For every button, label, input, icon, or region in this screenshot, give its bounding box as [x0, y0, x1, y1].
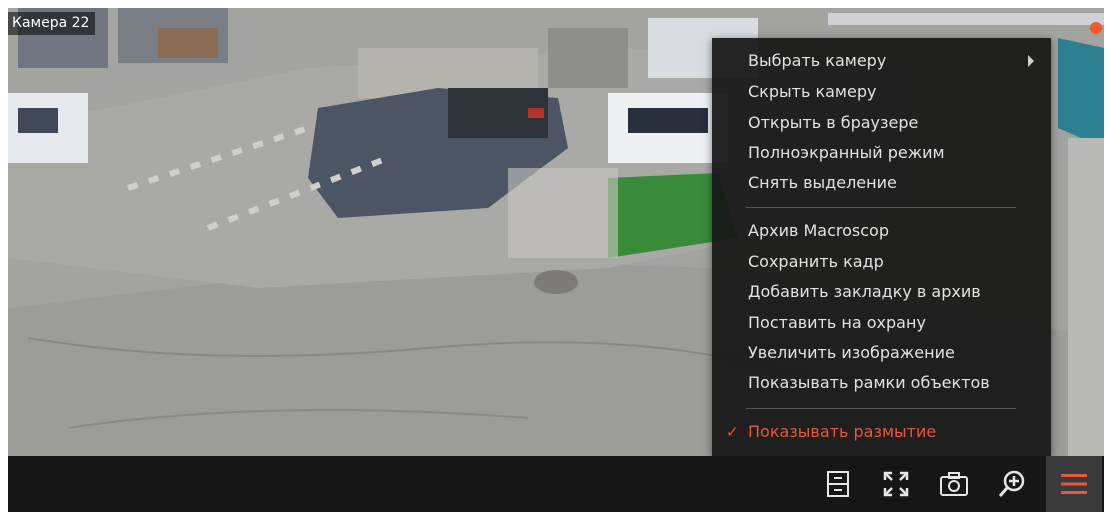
- menu-item-archive[interactable]: Архив Macroscop: [748, 220, 889, 242]
- submenu-arrow-icon: [1028, 55, 1034, 67]
- fullscreen-icon: [883, 471, 909, 497]
- menu-item-select-camera[interactable]: Выбрать камеру: [748, 50, 886, 72]
- camera-toolbar: [8, 456, 1104, 512]
- menu-item-hide-camera[interactable]: Скрыть камеру: [748, 81, 876, 103]
- menu-button[interactable]: [1046, 456, 1102, 512]
- fullscreen-button[interactable]: [876, 464, 916, 504]
- camera-snapshot-icon: [940, 472, 968, 496]
- menu-item-save-frame[interactable]: Сохранить кадр: [748, 251, 884, 273]
- hamburger-menu-icon: [1061, 474, 1087, 494]
- zoom-in-button[interactable]: [992, 464, 1032, 504]
- archive-icon: [827, 471, 849, 497]
- checkmark-icon: ✓: [726, 423, 739, 441]
- menu-item-show-blur[interactable]: Показывать размытие: [748, 421, 936, 443]
- archive-button[interactable]: [818, 464, 858, 504]
- menu-item-zoom-image[interactable]: Увеличить изображение: [748, 342, 955, 364]
- camera-title: Камера 22: [8, 12, 96, 35]
- menu-separator: [746, 408, 1016, 409]
- context-menu: Выбрать камеру Скрыть камеру Открыть в б…: [712, 38, 1051, 456]
- camera-view[interactable]: Камера 22 Выбрать камеру Скрыть камеру О…: [8, 8, 1104, 512]
- menu-item-show-object-frames[interactable]: Показывать рамки объектов: [748, 372, 990, 394]
- menu-item-arm[interactable]: Поставить на охрану: [748, 312, 926, 334]
- menu-item-add-bookmark[interactable]: Добавить закладку в архив: [748, 281, 981, 303]
- menu-item-fullscreen[interactable]: Полноэкранный режим: [748, 142, 945, 164]
- menu-separator: [746, 207, 1016, 208]
- snapshot-button[interactable]: [934, 464, 974, 504]
- menu-item-open-in-browser[interactable]: Открыть в браузере: [748, 112, 918, 134]
- menu-item-deselect[interactable]: Снять выделение: [748, 172, 897, 194]
- zoom-in-icon: [998, 470, 1025, 497]
- recording-indicator: [1090, 22, 1102, 34]
